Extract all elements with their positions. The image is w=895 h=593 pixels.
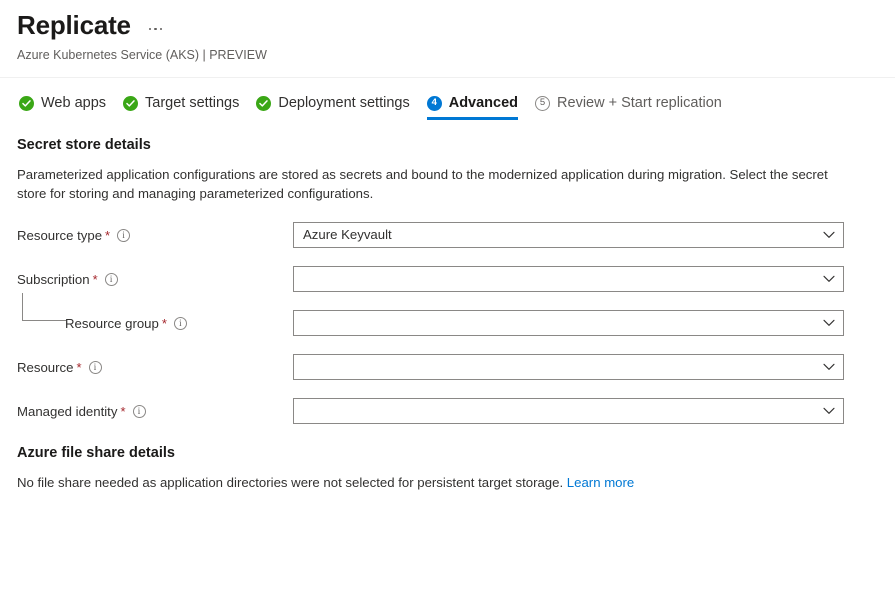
label-resource-type: Resource type * i (17, 228, 293, 243)
required-asterisk: * (76, 359, 82, 375)
chevron-down-icon (823, 319, 835, 327)
required-asterisk: * (92, 271, 98, 287)
dropdown-resource-group[interactable] (293, 310, 844, 336)
dropdown-resource[interactable] (293, 354, 844, 380)
step-number-icon: 4 (426, 95, 442, 111)
required-asterisk: * (161, 315, 167, 331)
label-text: Resource type (17, 227, 103, 243)
tab-label: Target settings (145, 95, 240, 111)
label-resource: Resource * i (17, 360, 293, 375)
page-subtitle: Azure Kubernetes Service (AKS) | PREVIEW (17, 48, 267, 62)
tab-label: Review + Start replication (557, 95, 722, 111)
tab-web-apps[interactable]: Web apps (13, 91, 117, 120)
dropdown-value: Azure Keyvault (303, 227, 392, 243)
dropdown-subscription[interactable] (293, 266, 844, 292)
info-icon[interactable]: i (132, 404, 146, 418)
info-icon[interactable]: i (104, 272, 118, 286)
dropdown-resource-type[interactable]: Azure Keyvault (293, 222, 844, 248)
file-share-note-text: No file share needed as application dire… (17, 475, 564, 490)
field-row-resource-type: Resource type * i Azure Keyvault (17, 222, 878, 248)
main-content: Secret store details Parameterized appli… (0, 137, 895, 492)
dropdown-managed-identity[interactable] (293, 398, 844, 424)
tab-advanced[interactable]: 4 Advanced (421, 91, 529, 120)
check-circle-icon (19, 95, 34, 111)
chevron-down-icon (823, 275, 835, 283)
chevron-down-icon (823, 363, 835, 371)
label-text: Resource group (65, 315, 159, 331)
label-text: Managed identity (17, 403, 118, 419)
ellipsis-dot (154, 27, 157, 31)
tab-label: Advanced (448, 95, 519, 111)
field-row-resource-group: Resource group * i (17, 293, 878, 336)
title-row: Replicate (17, 8, 895, 42)
wizard-step-tabs: Web apps Target settings Deployment settin… (0, 91, 895, 120)
label-text: Subscription (17, 271, 90, 287)
tab-review-start-replication[interactable]: 5 Review + Start replication (529, 91, 733, 120)
tab-label: Web apps (41, 95, 107, 111)
check-circle-icon (256, 95, 272, 111)
secret-store-form: Resource type * i Azure Keyvault Subscriptio… (17, 222, 878, 424)
field-row-resource: Resource * i (17, 354, 878, 380)
required-asterisk: * (105, 227, 111, 243)
page-header: Replicate Azure Kubernetes Service (AKS)… (0, 0, 895, 63)
ellipsis-dot (148, 27, 152, 31)
header-divider (0, 77, 895, 78)
label-resource-group: Resource group * i (17, 316, 293, 331)
label-managed-identity: Managed identity * i (17, 404, 293, 419)
secret-store-section-title: Secret store details (17, 137, 151, 153)
tab-label: Deployment settings (278, 95, 410, 111)
secret-store-description: Parameterized application configurations… (17, 167, 828, 201)
file-share-section-title: Azure file share details (17, 445, 175, 461)
ellipsis-dot (159, 27, 163, 31)
field-row-managed-identity: Managed identity * i (17, 398, 878, 424)
label-subscription: Subscription * i (17, 272, 293, 287)
field-row-subscription: Subscription * i (17, 266, 878, 292)
chevron-down-icon (823, 231, 835, 239)
tab-target-settings[interactable]: Target settings (117, 91, 250, 120)
info-icon[interactable]: i (88, 360, 102, 374)
required-asterisk: * (120, 403, 126, 419)
label-text: Resource (17, 359, 74, 375)
learn-more-link[interactable]: Learn more (567, 475, 634, 490)
more-options-icon[interactable] (145, 22, 167, 37)
page-title: Replicate (17, 10, 131, 40)
info-icon[interactable]: i (173, 316, 187, 330)
step-number-icon: 5 (535, 95, 551, 111)
file-share-note: No file share needed as application dire… (17, 473, 878, 492)
tab-deployment-settings[interactable]: Deployment settings (250, 91, 420, 120)
info-icon[interactable]: i (117, 228, 131, 242)
chevron-down-icon (823, 407, 835, 415)
check-circle-icon (123, 95, 139, 111)
